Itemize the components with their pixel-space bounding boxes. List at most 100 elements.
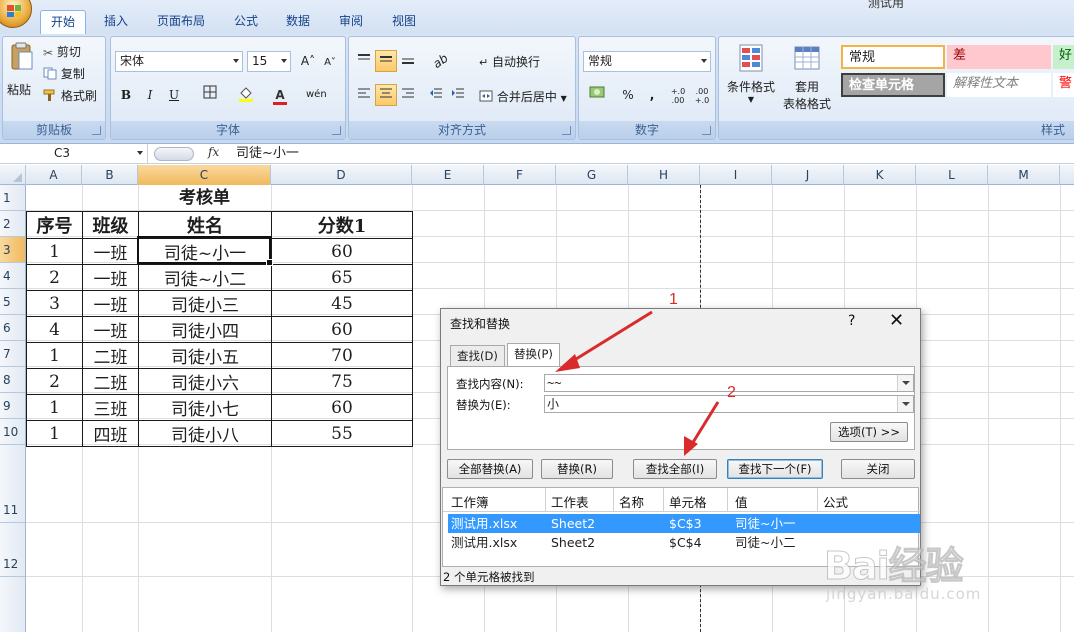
col-workbook[interactable]: 工作簿 [451,492,489,511]
column-header[interactable]: D [271,165,412,185]
cell-style-normal[interactable]: 常规 [841,45,945,69]
accounting-format-button[interactable] [583,84,613,106]
tab-replace[interactable]: 替换(P) [507,343,560,367]
align-bottom-button[interactable] [397,50,419,72]
merge-center-button[interactable]: 合并后居中 ▼ [479,88,567,105]
table-cell[interactable]: 1 [26,342,83,369]
header-cell[interactable]: 姓名 [138,211,272,239]
column-header[interactable]: M [988,165,1060,185]
row-header[interactable]: 3 [0,237,25,263]
header-cell[interactable]: 分数1 [271,211,413,239]
tab-page-layout[interactable]: 页面布局 [146,10,216,34]
table-cell[interactable]: 司徒小七 [138,394,272,421]
paste-button[interactable]: 粘贴 [7,41,35,101]
increase-indent-button[interactable] [447,84,469,106]
table-cell[interactable]: 55 [271,420,413,447]
format-painter-button[interactable]: 格式刷 [43,87,97,105]
tab-find[interactable]: 查找(D) [450,345,505,367]
row-header[interactable]: 4 [0,263,25,289]
column-header[interactable]: H [628,165,700,185]
table-cell[interactable]: 45 [271,290,413,317]
table-cell[interactable]: 司徒小四 [138,316,272,343]
close-button[interactable]: 关闭 [841,459,915,479]
fill-color-button[interactable] [235,84,257,106]
close-icon[interactable]: ✕ [889,310,904,331]
format-as-table-button[interactable]: 套用 表格格式 [777,43,837,115]
font-size-select[interactable]: 15 [247,51,291,72]
find-all-button[interactable]: 查找全部(I) [633,459,717,479]
phonetic-button[interactable]: wén [305,84,327,106]
shrink-font-button[interactable]: A˅ [319,50,341,72]
header-cell[interactable]: 班级 [82,211,139,239]
font-launcher-icon[interactable] [332,126,341,135]
percent-button[interactable]: % [617,84,639,106]
column-header[interactable]: F [484,165,556,185]
table-cell[interactable]: 司徒~小二 [138,264,272,291]
table-cell[interactable]: 司徒~小一 [138,238,272,265]
col-name[interactable]: 名称 [619,492,644,511]
table-cell[interactable]: 60 [271,238,413,265]
increase-decimal-button[interactable]: +.0 .00 [667,84,689,106]
column-header[interactable]: K [844,165,916,185]
row-header[interactable]: 1 [0,185,25,211]
table-cell[interactable]: 4 [26,316,83,343]
column-header[interactable]: I [700,165,772,185]
table-cell[interactable]: 一班 [82,316,139,343]
copy-button[interactable]: 复制 [43,65,85,83]
col-value[interactable]: 值 [735,492,748,511]
tab-data[interactable]: 数据 [276,10,320,34]
row-header[interactable]: 6 [0,315,25,341]
conditional-formatting-button[interactable]: 条件格式 ▼ [723,43,779,115]
row-header[interactable]: 7 [0,341,25,367]
decrease-indent-button[interactable] [425,84,447,106]
grow-font-button[interactable]: A˄ [297,50,319,72]
decrease-decimal-button[interactable]: .00 +.0 [691,84,713,106]
column-header[interactable]: A [26,165,82,185]
row-header[interactable]: 9 [0,393,25,419]
replace-button[interactable]: 替换(R) [541,459,613,479]
table-cell[interactable]: 二班 [82,368,139,395]
cell-style-warning[interactable]: 警 [1053,73,1074,97]
table-cell[interactable]: 75 [271,368,413,395]
tab-insert[interactable]: 插入 [94,10,138,34]
table-cell[interactable]: 二班 [82,342,139,369]
tab-view[interactable]: 视图 [382,10,426,34]
cell-style-bad[interactable]: 差 [947,45,1051,69]
header-cell[interactable]: 序号 [26,211,83,239]
table-cell[interactable]: 一班 [82,264,139,291]
row-header[interactable]: 5 [0,289,25,315]
tab-home[interactable]: 开始 [40,10,86,34]
options-button[interactable]: 选项(T) >> [830,422,908,442]
table-cell[interactable]: 司徒小五 [138,342,272,369]
row-header[interactable]: 10 [0,419,25,445]
font-color-button[interactable]: A [269,84,291,106]
tab-formulas[interactable]: 公式 [224,10,268,34]
table-cell[interactable]: 三班 [82,394,139,421]
font-name-select[interactable]: 宋体 [115,51,243,72]
align-right-button[interactable] [397,84,419,106]
replace-all-button[interactable]: 全部替换(A) [447,459,533,479]
formula-input[interactable]: 司徒~小一 [236,144,299,163]
table-cell[interactable]: 2 [26,368,83,395]
help-icon[interactable]: ? [848,313,855,329]
table-cell[interactable]: 一班 [82,238,139,265]
number-format-select[interactable]: 常规 [583,51,711,72]
insert-function-icon[interactable]: fx [208,145,219,159]
office-button[interactable] [0,0,32,28]
row-header[interactable]: 12 [0,523,25,577]
find-next-button[interactable]: 查找下一个(F) [727,459,823,479]
comma-button[interactable]: , [641,84,663,106]
formula-cancel-button[interactable] [154,147,194,161]
column-header[interactable]: L [916,165,988,185]
col-formula[interactable]: 公式 [823,492,848,511]
table-cell[interactable]: 司徒小八 [138,420,272,447]
align-middle-button[interactable] [375,50,397,72]
table-cell[interactable]: 65 [271,264,413,291]
name-box[interactable]: C3 [2,144,148,163]
underline-button[interactable]: U [163,84,185,106]
column-header[interactable]: G [556,165,628,185]
table-cell[interactable]: 一班 [82,290,139,317]
column-header[interactable]: B [82,165,138,185]
tab-review[interactable]: 审阅 [328,10,374,34]
table-cell[interactable]: 3 [26,290,83,317]
